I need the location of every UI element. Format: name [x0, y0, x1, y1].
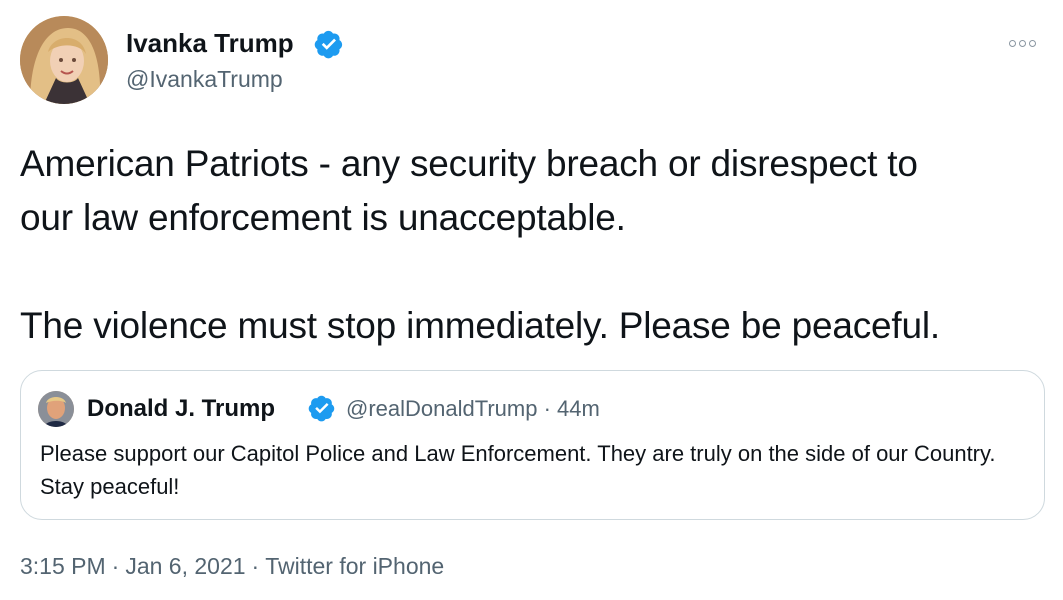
quoted-tweet[interactable]: Donald J. Trump @realDonaldTrump · 44m P…	[20, 370, 1045, 520]
tweet-text-line: American Patriots - any security breach …	[20, 143, 918, 184]
verified-badge-icon	[308, 395, 335, 422]
avatar-photo	[20, 16, 108, 104]
tweet-metadata: 3:15 PM · Jan 6, 2021 · Twitter for iPhone	[20, 553, 444, 580]
tweet-text-line: our law enforcement is unacceptable.	[20, 197, 626, 238]
separator: ·	[111, 553, 120, 579]
tweet-text-line: The violence must stop immediately. Plea…	[20, 305, 940, 346]
author-display-name[interactable]: Ivanka Trump	[126, 28, 294, 59]
avatar-photo	[38, 391, 74, 427]
more-options-icon[interactable]	[1009, 36, 1039, 50]
quoted-author-avatar	[38, 391, 74, 427]
separator: ·	[251, 553, 260, 579]
quoted-author-name: Donald J. Trump	[87, 395, 276, 422]
tweet-time[interactable]: 3:15 PM	[20, 553, 106, 579]
tweet-source: Twitter for iPhone	[265, 553, 445, 579]
author-handle[interactable]: @IvankaTrump	[126, 66, 283, 93]
quoted-tweet-text: Please support our Capitol Police and La…	[40, 441, 996, 499]
quoted-handle-time: @realDonaldTrump · 44m	[346, 396, 600, 421]
tweet-date[interactable]: Jan 6, 2021	[125, 553, 245, 579]
tweet-card: Ivanka Trump @IvankaTrump American Patri…	[0, 0, 1063, 600]
verified-badge-icon	[314, 30, 343, 59]
author-avatar[interactable]	[20, 16, 108, 104]
